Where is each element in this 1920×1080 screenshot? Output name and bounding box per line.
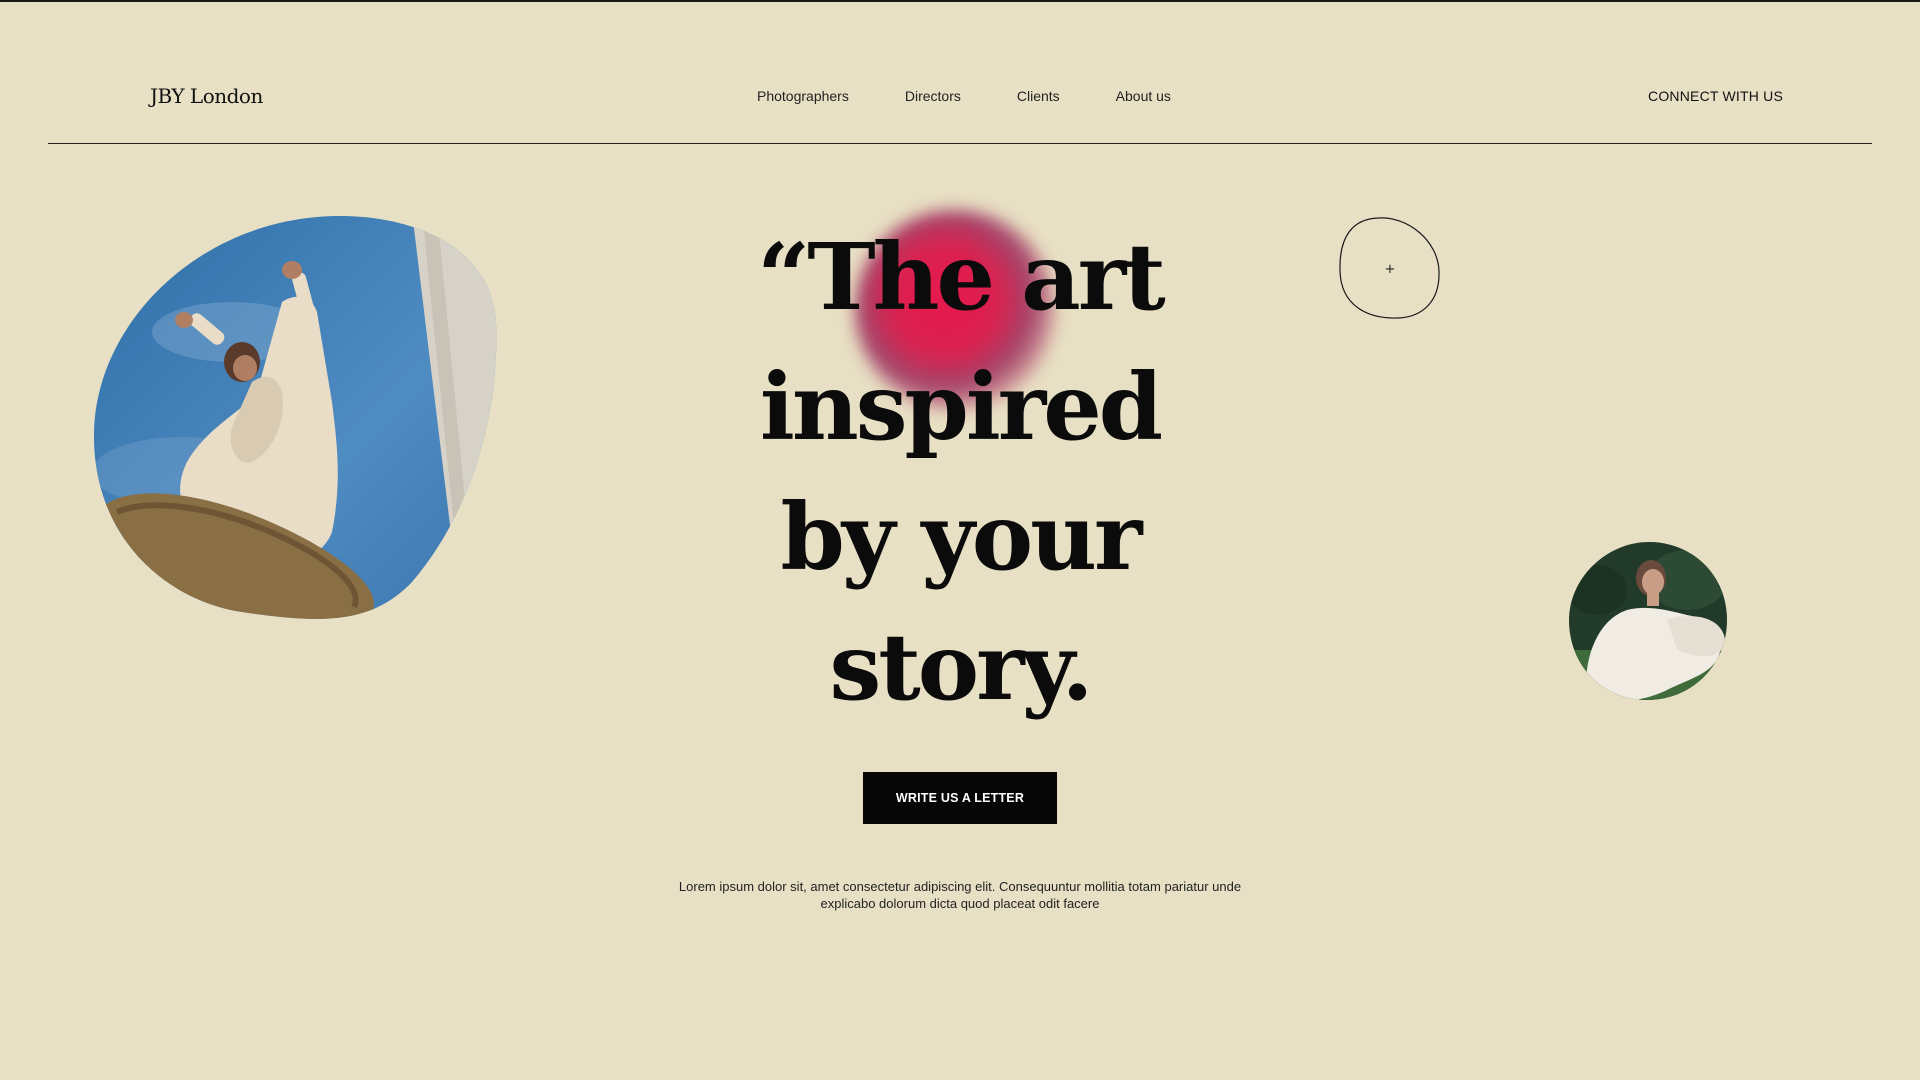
outline-blob-shape: + xyxy=(1339,217,1440,319)
description-line-2: explicabo dolorum dicta quod placeat odi… xyxy=(820,896,1100,911)
nav-item-photographers[interactable]: Photographers xyxy=(757,88,849,104)
header-divider xyxy=(48,143,1872,144)
brand-logo[interactable]: JBY London xyxy=(150,84,263,108)
main-nav: Photographers Directors Clients About us xyxy=(757,88,1171,104)
nav-item-directors[interactable]: Directors xyxy=(905,88,961,104)
headline-line-4: story. xyxy=(829,613,1093,721)
hero-description: Lorem ipsum dolor sit, amet consectetur … xyxy=(660,878,1260,912)
model-photo-circle xyxy=(1569,542,1727,700)
site-header: JBY London Photographers Directors Clien… xyxy=(0,0,1920,145)
description-line-1: Lorem ipsum dolor sit, amet consectetur … xyxy=(678,879,1242,894)
hero-headline: “The art inspired by your story. xyxy=(660,212,1260,732)
hero-photo-blob xyxy=(93,216,497,619)
headline-line-3: by your xyxy=(780,483,1143,591)
headline-line-2: inspired xyxy=(759,353,1163,461)
connect-link[interactable]: CONNECT WITH US xyxy=(1648,88,1783,104)
plus-icon: + xyxy=(1385,262,1396,277)
plus-button[interactable]: + xyxy=(1338,216,1442,320)
write-letter-button[interactable]: WRITE US A LETTER xyxy=(863,772,1057,824)
nav-item-clients[interactable]: Clients xyxy=(1017,88,1060,104)
nav-item-about-us[interactable]: About us xyxy=(1116,88,1171,104)
headline-line-1: “The art xyxy=(757,223,1165,331)
